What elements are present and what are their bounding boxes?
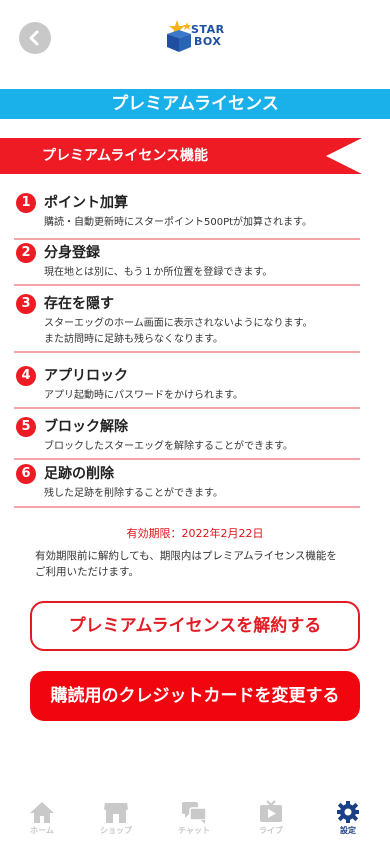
feature-number: 2	[16, 243, 36, 263]
back-button[interactable]	[19, 22, 51, 54]
feature-item: 5 ブロック解除 ブロックしたスターエッグを解除することができます。	[14, 417, 360, 460]
section-title: プレミアムライセンス機能	[42, 148, 209, 164]
feature-number: 5	[16, 417, 36, 437]
feature-title: ブロック解除	[44, 419, 128, 435]
header: STAR BOX	[0, 0, 390, 78]
expiry-date: 有効期限：2022年2月22日	[126, 527, 264, 540]
feature-description: 現在地とは別に、もう１か所位置を登録できます。	[44, 267, 273, 278]
feature-description: 購読・自動更新時にスターポイント500Ptが加算されます。	[44, 217, 313, 228]
tab-label: ライブ	[259, 826, 283, 835]
feature-item: 4 アプリロック アプリ起動時にパスワードをかけられます。	[14, 366, 360, 409]
logo-line2: BOX	[194, 35, 222, 48]
feature-title: 存在を隠す	[44, 296, 114, 312]
tab-shop[interactable]: ショップ	[86, 800, 146, 844]
feature-description: 残した足跡を削除することができます。	[44, 488, 223, 499]
tab-label: チャット	[178, 826, 210, 835]
feature-number: 4	[16, 366, 36, 386]
feature-description: アプリ起動時にパスワードをかけられます。	[44, 390, 243, 401]
starbox-logo: STAR BOX	[163, 18, 233, 58]
feature-description: スターエッグのホーム画面に表示されないようになります。 また訪問時に足跡も残らな…	[44, 318, 313, 345]
tab-chat[interactable]: チャット	[164, 800, 224, 844]
tab-home[interactable]: ホーム	[12, 800, 72, 844]
feature-item: 1 ポイント加算 購読・自動更新時にスターポイント500Ptが加算されます。	[14, 193, 360, 240]
cancel-license-button[interactable]: プレミアムライセンスを解約する	[30, 601, 360, 651]
chevron-left-icon	[29, 30, 39, 46]
cancel-notice: 有効期限前に解約しても、期限内はプレミアムライセンス機能を ご利用いただけます。	[35, 550, 337, 578]
tab-label: 設定	[340, 826, 356, 835]
feature-title: アプリロック	[44, 368, 128, 384]
chat-icon	[182, 802, 207, 824]
feature-number: 6	[16, 464, 36, 484]
feature-description: ブロックしたスターエッグを解除することができます。	[44, 441, 293, 452]
live-icon	[260, 800, 282, 822]
home-icon	[30, 802, 54, 823]
gear-icon	[337, 801, 359, 823]
feature-item: 2 分身登録 現在地とは別に、もう１か所位置を登録できます。	[14, 243, 360, 286]
change-card-button[interactable]: 購読用のクレジットカードを変更する	[30, 671, 360, 721]
feature-number: 1	[16, 193, 36, 213]
feature-title: ポイント加算	[44, 195, 128, 211]
feature-number: 3	[16, 294, 36, 314]
shop-icon	[104, 803, 128, 823]
feature-title: 分身登録	[44, 245, 100, 261]
tab-live[interactable]: ライブ	[241, 800, 301, 844]
feature-item: 3 存在を隠す スターエッグのホーム画面に表示されないようになります。 また訪問…	[14, 294, 360, 353]
feature-item: 6 足跡の削除 残した足跡を削除することができます。	[14, 464, 360, 508]
feature-title: 足跡の削除	[44, 466, 114, 482]
tab-settings[interactable]: 設定	[318, 800, 378, 844]
tab-bar: ホーム ショップ チャット ライブ 設定	[0, 800, 390, 844]
tab-label: ホーム	[30, 826, 54, 835]
section-banner: プレミアムライセンス機能	[0, 138, 362, 174]
tab-label: ショップ	[100, 826, 132, 835]
page-title: プレミアムライセンス	[0, 89, 390, 119]
